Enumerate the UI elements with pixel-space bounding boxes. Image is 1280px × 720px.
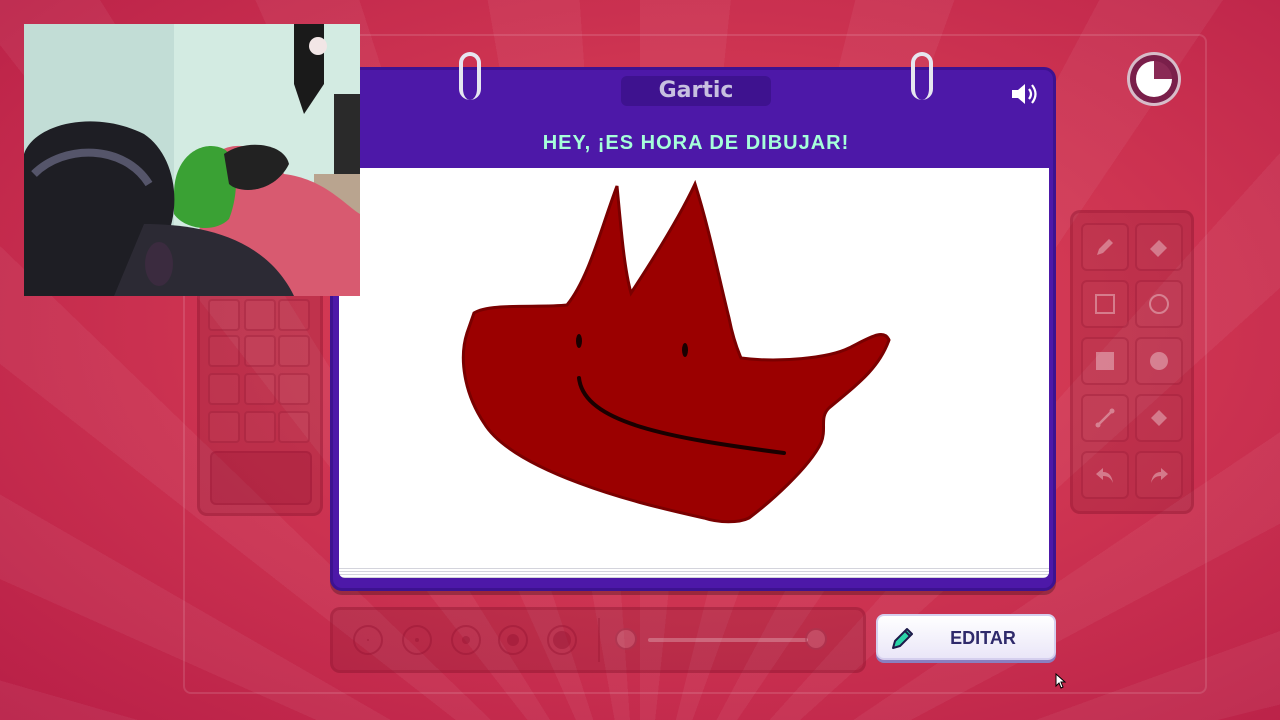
color-swatch[interactable] [244, 411, 276, 443]
webcam-feed-image [24, 24, 360, 296]
line-tool-button[interactable] [1081, 394, 1129, 442]
square-outline-icon [1095, 294, 1115, 314]
color-swatch[interactable] [278, 335, 310, 367]
color-swatch[interactable] [244, 373, 276, 405]
drawing-card: Gartic HEY, ¡ES HORA DE DIBUJAR! [330, 52, 1056, 591]
color-swatch[interactable] [208, 335, 240, 367]
color-swatch[interactable] [208, 411, 240, 443]
rectangle-outline-tool-button[interactable] [1081, 280, 1129, 328]
fill-tool-button[interactable] [1135, 394, 1183, 442]
edit-button-label: EDITAR [950, 628, 1016, 648]
binder-ring-right [911, 52, 933, 100]
ellipse-outline-tool-button[interactable] [1135, 280, 1183, 328]
color-swatch[interactable] [208, 299, 240, 331]
pencil-icon [892, 628, 913, 649]
drawing-canvas[interactable] [339, 168, 1049, 576]
redo-icon [1151, 468, 1168, 483]
timer [1127, 52, 1181, 106]
sound-toggle-button[interactable] [1009, 80, 1041, 108]
redo-button[interactable] [1135, 451, 1183, 499]
undo-icon [1096, 468, 1113, 483]
circle-filled-icon [1150, 352, 1168, 370]
ellipse-filled-tool-button[interactable] [1135, 337, 1183, 385]
circle-outline-icon [1149, 294, 1169, 314]
header-title: HEY, ¡ES HORA DE DIBUJAR! [542, 132, 850, 154]
color-swatch[interactable] [278, 299, 310, 331]
brush-size-5[interactable] [547, 625, 577, 655]
line-icon [1095, 408, 1115, 428]
opacity-slider-track[interactable] [648, 638, 808, 642]
eraser-icon [1150, 240, 1167, 257]
toolbar-divider [598, 618, 600, 662]
brush-size-1[interactable] [353, 625, 383, 655]
brush-size-2[interactable] [402, 625, 432, 655]
undo-button[interactable] [1081, 451, 1129, 499]
color-swatch[interactable] [208, 373, 240, 405]
opacity-slider-knob[interactable] [805, 628, 827, 650]
drawing-eye-right [682, 343, 688, 357]
opacity-slider-min-knob [615, 628, 637, 650]
pencil-icon [1097, 239, 1113, 255]
tools-panel [1070, 210, 1194, 514]
brush-size-bar [330, 607, 866, 673]
sketchbook-pages [339, 566, 1049, 578]
color-swatch[interactable] [278, 373, 310, 405]
square-filled-icon [1096, 352, 1114, 370]
eraser-tool-button[interactable] [1135, 223, 1183, 271]
rectangle-filled-tool-button[interactable] [1081, 337, 1129, 385]
color-swatch[interactable] [278, 411, 310, 443]
gartic-logo: Gartic [621, 76, 771, 106]
color-swatch[interactable] [244, 299, 276, 331]
fill-bucket-icon [1151, 410, 1167, 426]
current-color-swatch[interactable] [210, 451, 312, 505]
edit-button[interactable]: EDITAR [876, 614, 1056, 660]
binder-ring-left [459, 52, 481, 100]
brush-size-4[interactable] [498, 625, 528, 655]
pencil-tool-button[interactable] [1081, 223, 1129, 271]
drawing-eye-left [576, 334, 582, 348]
drawing-shape [461, 179, 891, 524]
mouse-cursor-icon [1055, 673, 1067, 689]
brush-size-3[interactable] [451, 625, 481, 655]
drawing-illustration [461, 179, 891, 524]
color-swatch[interactable] [244, 335, 276, 367]
speaker-icon [1012, 84, 1037, 104]
webcam-overlay [24, 24, 360, 296]
timer-pie-icon [1136, 61, 1172, 97]
